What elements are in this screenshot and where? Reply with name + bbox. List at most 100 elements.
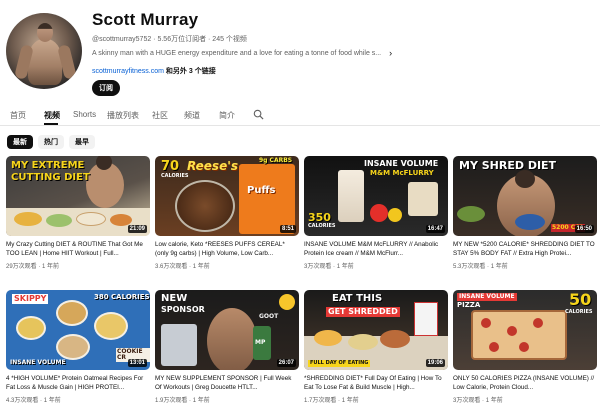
thumbnail-caption: FULL DAY OF EATING [308,360,371,367]
thumbnail-caption: MY SHRED DIET [459,159,557,172]
video-title[interactable]: Low calorie, Keto *REESES PUFFS CEREAL* … [155,241,299,258]
channel-description-text: A skinny man with a HUGE energy expendit… [92,49,382,57]
channel-link-url[interactable]: scottmurrayfitness.com [92,68,164,75]
video-duration: 16:47 [425,225,445,233]
chip-popular[interactable]: 热门 [38,135,64,149]
video-card[interactable]: MY SHRED DIET 5200 CAL 16:50 MY NEW *520… [453,156,597,270]
channel-avatar[interactable] [6,13,82,89]
video-thumbnail[interactable]: INSANE VOLUME PIZZA 50 CALORIES [453,290,597,370]
video-card[interactable]: INSANE VOLUME PIZZA 50 CALORIES ONLY 50 … [453,290,597,404]
video-meta: 1.7万次观看 · 1 年前 [304,398,359,404]
tab-channels[interactable]: 频道 [184,110,200,121]
channel-link-more[interactable]: 和另外 3 个链接 [166,68,216,75]
video-age: 1 年前 [192,264,210,270]
video-card[interactable]: EAT THIS GET SHREDDED FULL DAY OF EATING… [304,290,448,404]
subscribe-button[interactable]: 订阅 [92,80,120,96]
thumbnail-caption: CALORIES [308,223,336,229]
video-title[interactable]: 4 *HIGH VOLUME* Protein Oatmeal Recipes … [6,375,150,392]
video-views: 5.3万次观看 [453,264,486,270]
video-title[interactable]: ONLY 50 CALORIES PIZZA (INSANE VOLUME) /… [453,375,597,392]
thumbnail-caption: Puffs [247,185,276,196]
person-shape [207,308,257,370]
thumbnail-caption: GET SHREDDED [326,307,400,317]
video-thumbnail[interactable]: MY EXTREME CUTTING DIET 21:09 [6,156,150,236]
mcflurry-cup [408,182,438,216]
thumbnail-caption: 350 [308,211,331,224]
food-bowl [515,214,545,230]
channel-links[interactable]: scottmurrayfitness.com 和另外 3 个链接 [92,66,216,76]
video-title[interactable]: MY NEW SUPPLEMENT SPONSOR | Full Week Of… [155,375,299,392]
pizza-topping [507,326,517,336]
video-duration: 13:01 [127,359,147,367]
video-title[interactable]: INSANE VOLUME M&M McFLURRY // Anabolic P… [304,241,448,258]
video-thumbnail[interactable]: MY SHRED DIET 5200 CAL 16:50 [453,156,597,236]
video-views: 4.3万次观看 [6,398,39,404]
video-views: 1.9万次观看 [155,398,188,404]
video-views: 3万次观看 [453,398,481,404]
video-card[interactable]: NEW SPONSOR GOOT MP 26:07 MY NEW SUPPLEM… [155,290,299,404]
video-card[interactable]: SKIPPY 380 CALORIES INSANE VOLUME COOKIE… [6,290,150,404]
video-duration: 26:07 [276,359,296,367]
mm-character [370,204,388,222]
tab-community[interactable]: 社区 [152,110,168,121]
thumbnail-caption: 70 [161,159,180,174]
chip-oldest[interactable]: 最早 [69,135,95,149]
video-age: 1 年前 [485,398,503,404]
video-thumbnail[interactable]: NEW SPONSOR GOOT MP 26:07 [155,290,299,370]
thumbnail-caption: CALORIES [565,309,593,315]
person-head [515,170,535,188]
channel-meta: @scottmurray5752 · 5.56万位订阅者 · 245 个视频 [92,36,247,43]
thumbnail-caption: INSANE VOLUME [364,159,439,168]
emoji-icon [279,294,295,310]
video-thumbnail[interactable]: INSANE VOLUME M&M McFLURRY 350 CALORIES … [304,156,448,236]
chip-latest[interactable]: 最新 [7,135,33,149]
chevron-right-icon[interactable]: › [389,48,392,58]
thumbnail-caption: GOOT [259,313,279,320]
video-views: 29万次观看 [6,264,37,270]
tab-videos[interactable]: 视频 [44,110,60,121]
search-icon[interactable] [253,109,264,120]
tab-playlists[interactable]: 播放列表 [107,110,139,121]
oatmeal-bowl [16,316,46,340]
video-age: 1 年前 [341,398,359,404]
food-bowl [14,212,42,226]
mcflurry-cup [338,170,364,222]
video-meta: 3.6万次观看 · 1 年前 [155,264,210,270]
cereal-box [414,302,438,336]
video-card[interactable]: INSANE VOLUME M&M McFLURRY 350 CALORIES … [304,156,448,270]
food-bowl [348,334,378,350]
video-age: 1 年前 [192,398,210,404]
video-duration: 19:06 [425,359,445,367]
channel-description[interactable]: A skinny man with a HUGE energy expendit… [92,48,392,58]
supplement-bag [161,324,197,366]
active-tab-indicator [44,123,58,125]
video-thumbnail[interactable]: EAT THIS GET SHREDDED FULL DAY OF EATING… [304,290,448,370]
video-meta: 3万次观看 · 1 年前 [453,398,503,404]
avatar-head [37,23,53,42]
avatar-torso [28,39,62,85]
video-meta: 1.9万次观看 · 1 年前 [155,398,210,404]
food-plate [76,212,106,226]
thumbnail-caption: INSANE VOLUME [457,293,517,301]
video-card[interactable]: 70 CALORIES 9g CARBS Reese's Puffs 8:51 … [155,156,299,270]
thumbnail-caption: 50 [569,290,592,309]
tab-shorts[interactable]: Shorts [73,110,96,119]
oatmeal-bowl [56,334,90,360]
thumbnail-caption: PIZZA [457,301,481,309]
tab-about[interactable]: 简介 [219,110,235,121]
video-title[interactable]: My Crazy Cutting DIET & ROUTINE That Got… [6,241,150,258]
video-title[interactable]: *SHREDDING DIET* Full Day Of Eating | Ho… [304,375,448,392]
video-card[interactable]: MY EXTREME CUTTING DIET 21:09 My Crazy C… [6,156,150,270]
video-meta: 3万次观看 · 1 年前 [304,264,354,270]
food-bowl [380,330,410,348]
video-views: 3万次观看 [304,264,332,270]
thumbnail-caption: 9g CARBS [259,157,293,164]
thumbnail-caption: MP [255,339,266,346]
video-meta: 29万次观看 · 1 年前 [6,264,60,270]
tab-home[interactable]: 首页 [10,110,26,121]
video-views: 1.7万次观看 [304,398,337,404]
video-thumbnail[interactable]: SKIPPY 380 CALORIES INSANE VOLUME COOKIE… [6,290,150,370]
video-title[interactable]: MY NEW *5200 CALORIE* SHREDDING DIET TO … [453,241,597,258]
video-thumbnail[interactable]: 70 CALORIES 9g CARBS Reese's Puffs 8:51 [155,156,299,236]
video-duration: 16:50 [574,225,594,233]
